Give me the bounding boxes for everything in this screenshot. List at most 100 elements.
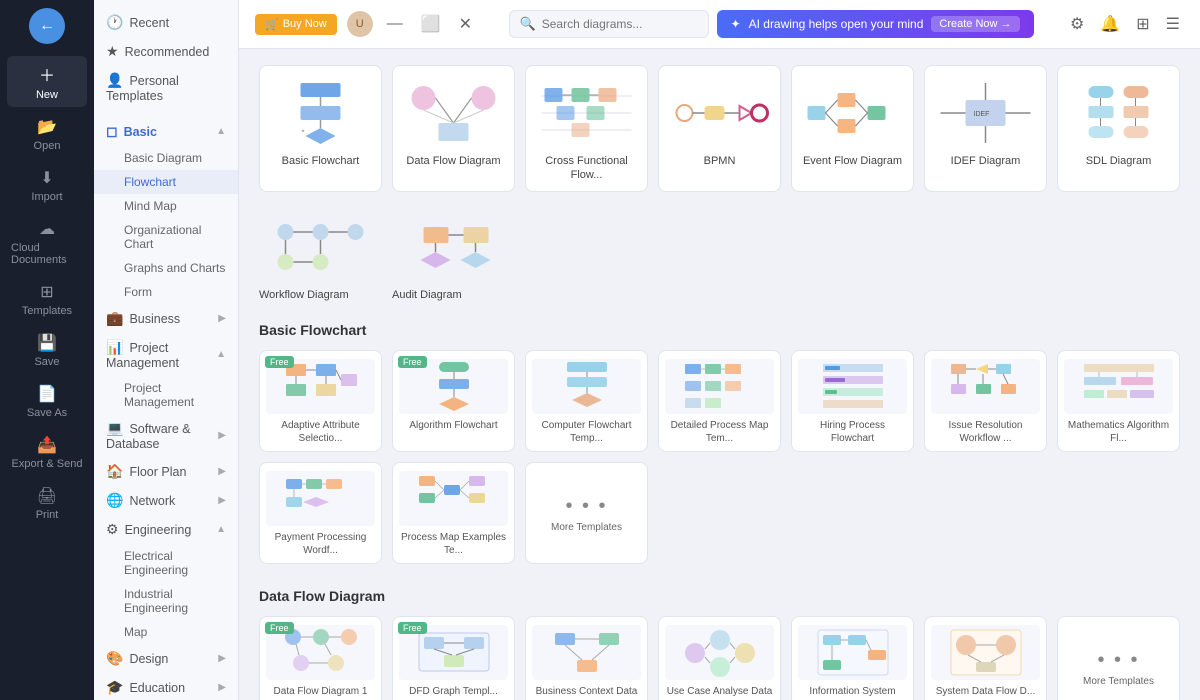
template-data-flow[interactable]: Data Flow Diagram xyxy=(392,65,515,192)
sdl-name: SDL Diagram xyxy=(1066,154,1171,168)
open-icon: 📂 xyxy=(37,117,57,137)
maximize-button[interactable]: ⬜ xyxy=(417,10,445,38)
sidebar-sub-basic-diagram[interactable]: Basic Diagram xyxy=(94,146,238,170)
dfd6-name: System Data Flow D... xyxy=(931,685,1040,698)
sidebar-item-cloud[interactable]: ☁ Cloud Documents xyxy=(7,213,87,272)
sidebar-personal-templates[interactable]: 👤Personal Templates xyxy=(94,66,238,109)
template-dfd-3[interactable]: Business Context Data F... xyxy=(525,616,648,700)
process-map-thumb xyxy=(399,471,508,526)
sidebar-education[interactable]: 🎓Education ▶ xyxy=(94,673,238,700)
avatar: U xyxy=(347,11,373,37)
flowchart-row2: Workflow Diagram Audit Diagram xyxy=(259,212,1180,302)
template-basic-flowchart[interactable]: ✦ Basic Flowchart xyxy=(259,65,382,192)
project-arrow: ▲ xyxy=(216,349,226,360)
layout-icon[interactable]: ⊞ xyxy=(1132,10,1153,38)
close-button[interactable]: ✕ xyxy=(455,10,476,38)
template-idef[interactable]: IDEF IDEF Diagram xyxy=(924,65,1047,192)
template-payment-processing[interactable]: Payment Processing Wordf... xyxy=(259,462,382,564)
basic-flowchart-row1: Free Ad xyxy=(259,350,1180,452)
more-templates-basic[interactable]: • • • More Templates xyxy=(525,462,648,564)
sidebar-item-open[interactable]: 📂 Open xyxy=(7,111,87,158)
sidebar-item-saveas[interactable]: 📄 Save As xyxy=(7,378,87,425)
template-detailed-process[interactable]: Detailed Process Map Tem... xyxy=(658,350,781,452)
template-dfd-4[interactable]: Use Case Analyse Data F... xyxy=(658,616,781,700)
search-input[interactable] xyxy=(542,17,698,31)
sidebar-item-export[interactable]: 📤 Export & Send xyxy=(7,429,87,476)
settings-icon[interactable]: ⚙ xyxy=(1066,10,1088,38)
create-now-button[interactable]: Create Now → xyxy=(931,16,1019,32)
sidebar-design[interactable]: 🎨Design ▶ xyxy=(94,644,238,673)
notification-icon[interactable]: 🔔 xyxy=(1096,10,1124,38)
template-hiring-process[interactable]: Hiring Process Flowchart xyxy=(791,350,914,452)
template-algorithm[interactable]: Free Algorithm Flowchart xyxy=(392,350,515,452)
workflow-thumb xyxy=(259,212,382,282)
ai-banner[interactable]: ✦ AI drawing helps open your mind Create… xyxy=(717,10,1034,38)
free-badge-dfd1: Free xyxy=(265,622,294,634)
template-sdl[interactable]: SDL Diagram xyxy=(1057,65,1180,192)
template-computer-flowchart[interactable]: Computer Flowchart Temp... xyxy=(525,350,648,452)
template-bpmn[interactable]: BPMN xyxy=(658,65,781,192)
sidebar-sub-mind-map[interactable]: Mind Map xyxy=(94,194,238,218)
sidebar-sub-project-management[interactable]: Project Management xyxy=(94,376,238,414)
computer-flowchart-thumb xyxy=(532,359,641,414)
template-workflow[interactable]: Workflow Diagram xyxy=(259,212,382,302)
business-icon: 💼 xyxy=(106,310,123,326)
sidebar-engineering[interactable]: ⚙Engineering ▲ xyxy=(94,515,238,544)
back-button[interactable]: ← xyxy=(29,8,65,44)
template-dfd-6[interactable]: System Data Flow D... xyxy=(924,616,1047,700)
save-icon: 💾 xyxy=(37,333,57,353)
template-cross-functional[interactable]: Cross Functional Flow... xyxy=(525,65,648,192)
template-adaptive[interactable]: Free Ad xyxy=(259,350,382,452)
sidebar-sub-graphs-charts[interactable]: Graphs and Charts xyxy=(94,256,238,280)
menu-icon[interactable]: ☰ xyxy=(1162,10,1184,38)
template-mathematics-algo[interactable]: Mathematics Algorithm Fl... xyxy=(1057,350,1180,452)
sidebar-sub-industrial[interactable]: Industrial Engineering xyxy=(94,582,238,620)
sidebar-item-new[interactable]: ＋ New xyxy=(7,56,87,107)
sidebar-sub-flowchart[interactable]: Flowchart xyxy=(94,170,238,194)
sidebar-sub-form[interactable]: Form xyxy=(94,280,238,304)
minimize-button[interactable]: — xyxy=(383,11,407,37)
idef-name: IDEF Diagram xyxy=(933,154,1038,168)
template-process-map[interactable]: Process Map Examples Te... xyxy=(392,462,515,564)
sidebar-software[interactable]: 💻Software & Database ▶ xyxy=(94,414,238,457)
import-icon: ⬇ xyxy=(40,168,53,188)
recommended-icon: ★ xyxy=(106,43,119,59)
sidebar-floor-plan[interactable]: 🏠Floor Plan ▶ xyxy=(94,457,238,486)
sidebar-item-save[interactable]: 💾 Save xyxy=(7,327,87,374)
template-issue-resolution[interactable]: Issue Resolution Workflow ... xyxy=(924,350,1047,452)
more-templates-dfd[interactable]: • • • More Templates xyxy=(1057,616,1180,700)
flowchart-templates-top: ✦ Basic Flowchart xyxy=(259,65,1180,192)
svg-text:✦: ✦ xyxy=(301,128,306,135)
audit-name: Audit Diagram xyxy=(392,288,515,302)
sidebar-network[interactable]: 🌐Network ▶ xyxy=(94,486,238,515)
sidebar-basic[interactable]: ◻Basic ▲ xyxy=(94,117,238,146)
design-arrow: ▶ xyxy=(218,653,226,664)
topbar-right: ⚙ 🔔 ⊞ ☰ xyxy=(1066,10,1184,38)
dfd4-name: Use Case Analyse Data F... xyxy=(665,685,774,700)
recent-icon: 🕐 xyxy=(106,14,123,30)
sidebar-recommended[interactable]: ★Recommended xyxy=(94,37,238,66)
sidebar-narrow: ← ＋ New 📂 Open ⬇ Import ☁ Cloud Document… xyxy=(0,0,94,700)
template-dfd-5[interactable]: Information System Data F... xyxy=(791,616,914,700)
dfd3-thumb xyxy=(532,625,641,680)
data-flow-name: Data Flow Diagram xyxy=(401,154,506,168)
mathematics-algo-name: Mathematics Algorithm Fl... xyxy=(1064,419,1173,445)
sidebar-sub-org-chart[interactable]: Organizational Chart xyxy=(94,218,238,256)
sidebar-item-import[interactable]: ⬇ Import xyxy=(7,162,87,209)
sidebar-recent[interactable]: 🕐Recent xyxy=(94,8,238,37)
template-dfd-2[interactable]: Free DFD Graph Templ... xyxy=(392,616,515,700)
sidebar-project-mgmt[interactable]: 📊Project Management ▲ xyxy=(94,333,238,376)
sidebar-item-templates[interactable]: ⊞ Templates xyxy=(7,276,87,323)
cross-functional-thumb xyxy=(534,78,639,148)
sidebar-sub-electrical[interactable]: Electrical Engineering xyxy=(94,544,238,582)
template-dfd-1[interactable]: Free xyxy=(259,616,382,700)
template-audit[interactable]: Audit Diagram xyxy=(392,212,515,302)
sidebar-business[interactable]: 💼Business ▶ xyxy=(94,304,238,333)
sidebar-sub-map[interactable]: Map xyxy=(94,620,238,644)
issue-resolution-thumb xyxy=(931,359,1040,414)
buy-now-button[interactable]: 🛒 Buy Now xyxy=(255,14,337,35)
template-event-flow[interactable]: Event Flow Diagram xyxy=(791,65,914,192)
data-flow-row1: Free xyxy=(259,616,1180,700)
sidebar-item-print[interactable]: 🖨 Print xyxy=(7,480,87,527)
more-dots-basic: • • • xyxy=(565,495,607,518)
